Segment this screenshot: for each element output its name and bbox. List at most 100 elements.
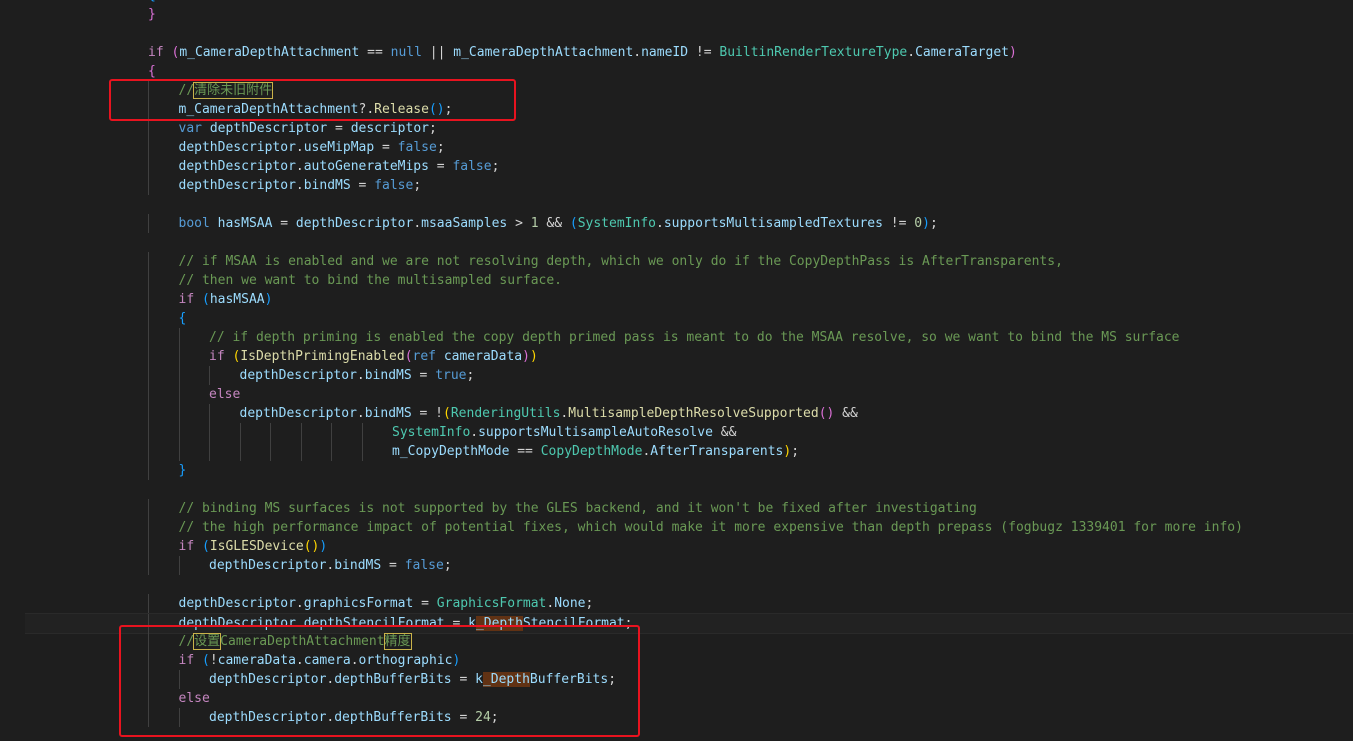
code-line[interactable]: depthDescriptor.useMipMap = false; <box>25 138 1353 157</box>
code-token: useMipMap <box>303 140 375 155</box>
code-token: 精度 <box>383 633 412 650</box>
code-token: . <box>295 159 304 174</box>
code-line[interactable]: if (m_CameraDepthAttachment == null || m… <box>25 43 1353 62</box>
code-token: autoGenerateMips <box>303 159 429 174</box>
code-line[interactable] <box>25 575 1353 594</box>
indent-guide <box>148 157 149 176</box>
code-text: depthDescriptor.useMipMap = false; <box>179 138 445 157</box>
code-line[interactable]: depthDescriptor.graphicsFormat = Graphic… <box>25 594 1353 613</box>
code-line[interactable]: m_CameraDepthAttachment?.Release(); <box>25 100 1353 119</box>
code-line[interactable]: SystemInfo.supportsMultisampleAutoResolv… <box>25 423 1353 442</box>
code-token: . <box>470 425 479 440</box>
code-line[interactable]: { <box>25 62 1353 81</box>
code-token: { <box>178 311 187 326</box>
code-token: supportsMultisampleAutoResolve <box>478 425 713 440</box>
code-line[interactable]: if (hasMSAA) <box>25 290 1353 309</box>
indent-guide <box>209 423 210 442</box>
code-line[interactable] <box>25 480 1353 499</box>
code-token: () <box>303 539 320 554</box>
indent-guide <box>178 347 180 366</box>
code-token: else <box>178 691 210 706</box>
indent-guide <box>148 385 149 404</box>
code-line[interactable] <box>25 195 1353 214</box>
indent-guide <box>148 442 149 461</box>
indent-guide <box>148 614 149 633</box>
code-token: ; <box>608 672 617 687</box>
code-line[interactable]: depthDescriptor.depthBufferBits = k_Dept… <box>25 670 1353 689</box>
indent-guide <box>178 423 180 442</box>
code-token: bindMS <box>364 406 412 421</box>
code-token: depthDescriptor <box>178 178 296 193</box>
code-line[interactable]: //设置CameraDepthAttachment精度 <box>25 632 1353 651</box>
code-token: depthDescriptor <box>178 140 296 155</box>
code-token: > <box>507 216 531 231</box>
code-token: () <box>428 102 445 117</box>
code-line[interactable]: // if MSAA is enabled and we are not res… <box>25 252 1353 271</box>
code-token: } <box>148 7 156 22</box>
indent-guide <box>270 442 271 461</box>
code-line[interactable] <box>25 24 1353 43</box>
code-token: ( <box>569 216 578 231</box>
code-line[interactable]: //清除未旧附件 <box>25 81 1353 100</box>
code-text: depthDescriptor.depthBufferBits = 24; <box>209 708 499 727</box>
code-token: = <box>350 178 375 193</box>
code-line[interactable]: if (!cameraData.camera.orthographic) <box>25 651 1353 670</box>
code-token: false <box>404 558 444 573</box>
indent-guide <box>209 366 210 385</box>
code-line[interactable]: depthDescriptor.depthBufferBits = 24; <box>25 708 1353 727</box>
code-line[interactable]: depthDescriptor.autoGenerateMips = false… <box>25 157 1353 176</box>
code-text: // then we want to bind the multisampled… <box>179 271 563 290</box>
code-text: depthDescriptor.bindMS = true; <box>240 366 475 385</box>
code-token: ) <box>783 444 792 459</box>
code-token: depthBufferBits <box>334 710 452 725</box>
code-token: ! <box>209 653 218 668</box>
code-line[interactable]: depthDescriptor.bindMS = true; <box>25 366 1353 385</box>
code-line[interactable]: { <box>25 309 1353 328</box>
code-line[interactable]: // if depth priming is enabled the copy … <box>25 328 1353 347</box>
code-text: bool hasMSAA = depthDescriptor.msaaSampl… <box>179 214 938 233</box>
code-token: ( <box>443 406 451 421</box>
code-line[interactable]: m_CopyDepthMode == CopyDepthMode.AfterTr… <box>25 442 1353 461</box>
code-line[interactable]: var depthDescriptor = descriptor; <box>25 119 1353 138</box>
indent-guide <box>148 499 149 518</box>
code-line[interactable]: else <box>25 689 1353 708</box>
code-token: . <box>295 653 304 668</box>
code-token: == <box>359 45 391 60</box>
code-line[interactable]: } <box>25 5 1353 24</box>
code-token: = <box>381 558 405 573</box>
code-line[interactable]: depthDescriptor.depthStencilFormat = k_D… <box>25 613 1353 634</box>
code-line[interactable] <box>25 233 1353 252</box>
indent-guide <box>178 442 180 461</box>
indent-guide <box>239 442 241 461</box>
indent-guide <box>361 442 363 461</box>
code-line[interactable]: depthDescriptor.bindMS = !(RenderingUtil… <box>25 404 1353 423</box>
code-line[interactable]: if (IsDepthPrimingEnabled(ref cameraData… <box>25 347 1353 366</box>
code-line[interactable]: // then we want to bind the multisampled… <box>25 271 1353 290</box>
code-text: } <box>179 461 187 480</box>
code-line[interactable]: } <box>25 461 1353 480</box>
code-line[interactable]: depthDescriptor.bindMS = false; <box>25 556 1353 575</box>
code-editor[interactable]: {} if (m_CameraDepthAttachment == null ||… <box>0 0 1353 741</box>
code-line[interactable]: else <box>25 385 1353 404</box>
code-token: if <box>148 45 172 60</box>
indent-guide <box>148 708 149 727</box>
code-text: // if depth priming is enabled the copy … <box>209 328 1180 347</box>
code-token: cameraData <box>217 653 296 668</box>
code-token: // <box>178 83 195 98</box>
code-line[interactable]: bool hasMSAA = depthDescriptor.msaaSampl… <box>25 214 1353 233</box>
code-line[interactable]: // binding MS surfaces is not supported … <box>25 499 1353 518</box>
indent-guide <box>178 404 180 423</box>
code-token: && <box>538 216 570 231</box>
code-line[interactable]: depthDescriptor.bindMS = false; <box>25 176 1353 195</box>
code-text: if (!cameraData.camera.orthographic) <box>179 651 461 670</box>
code-token: 0 <box>914 216 923 231</box>
code-line[interactable]: if (IsGLESDevice()) <box>25 537 1353 556</box>
code-text: // the high performance impact of potent… <box>179 518 1243 537</box>
code-token: depthDescriptor <box>178 159 296 174</box>
indent-guide <box>148 556 149 575</box>
code-token: depthStencilFormat <box>303 616 445 631</box>
code-token: m_CopyDepthMode <box>392 444 510 459</box>
indent-guide <box>178 328 180 347</box>
code-line[interactable]: // the high performance impact of potent… <box>25 518 1353 537</box>
code-token: _Depth <box>475 616 523 631</box>
